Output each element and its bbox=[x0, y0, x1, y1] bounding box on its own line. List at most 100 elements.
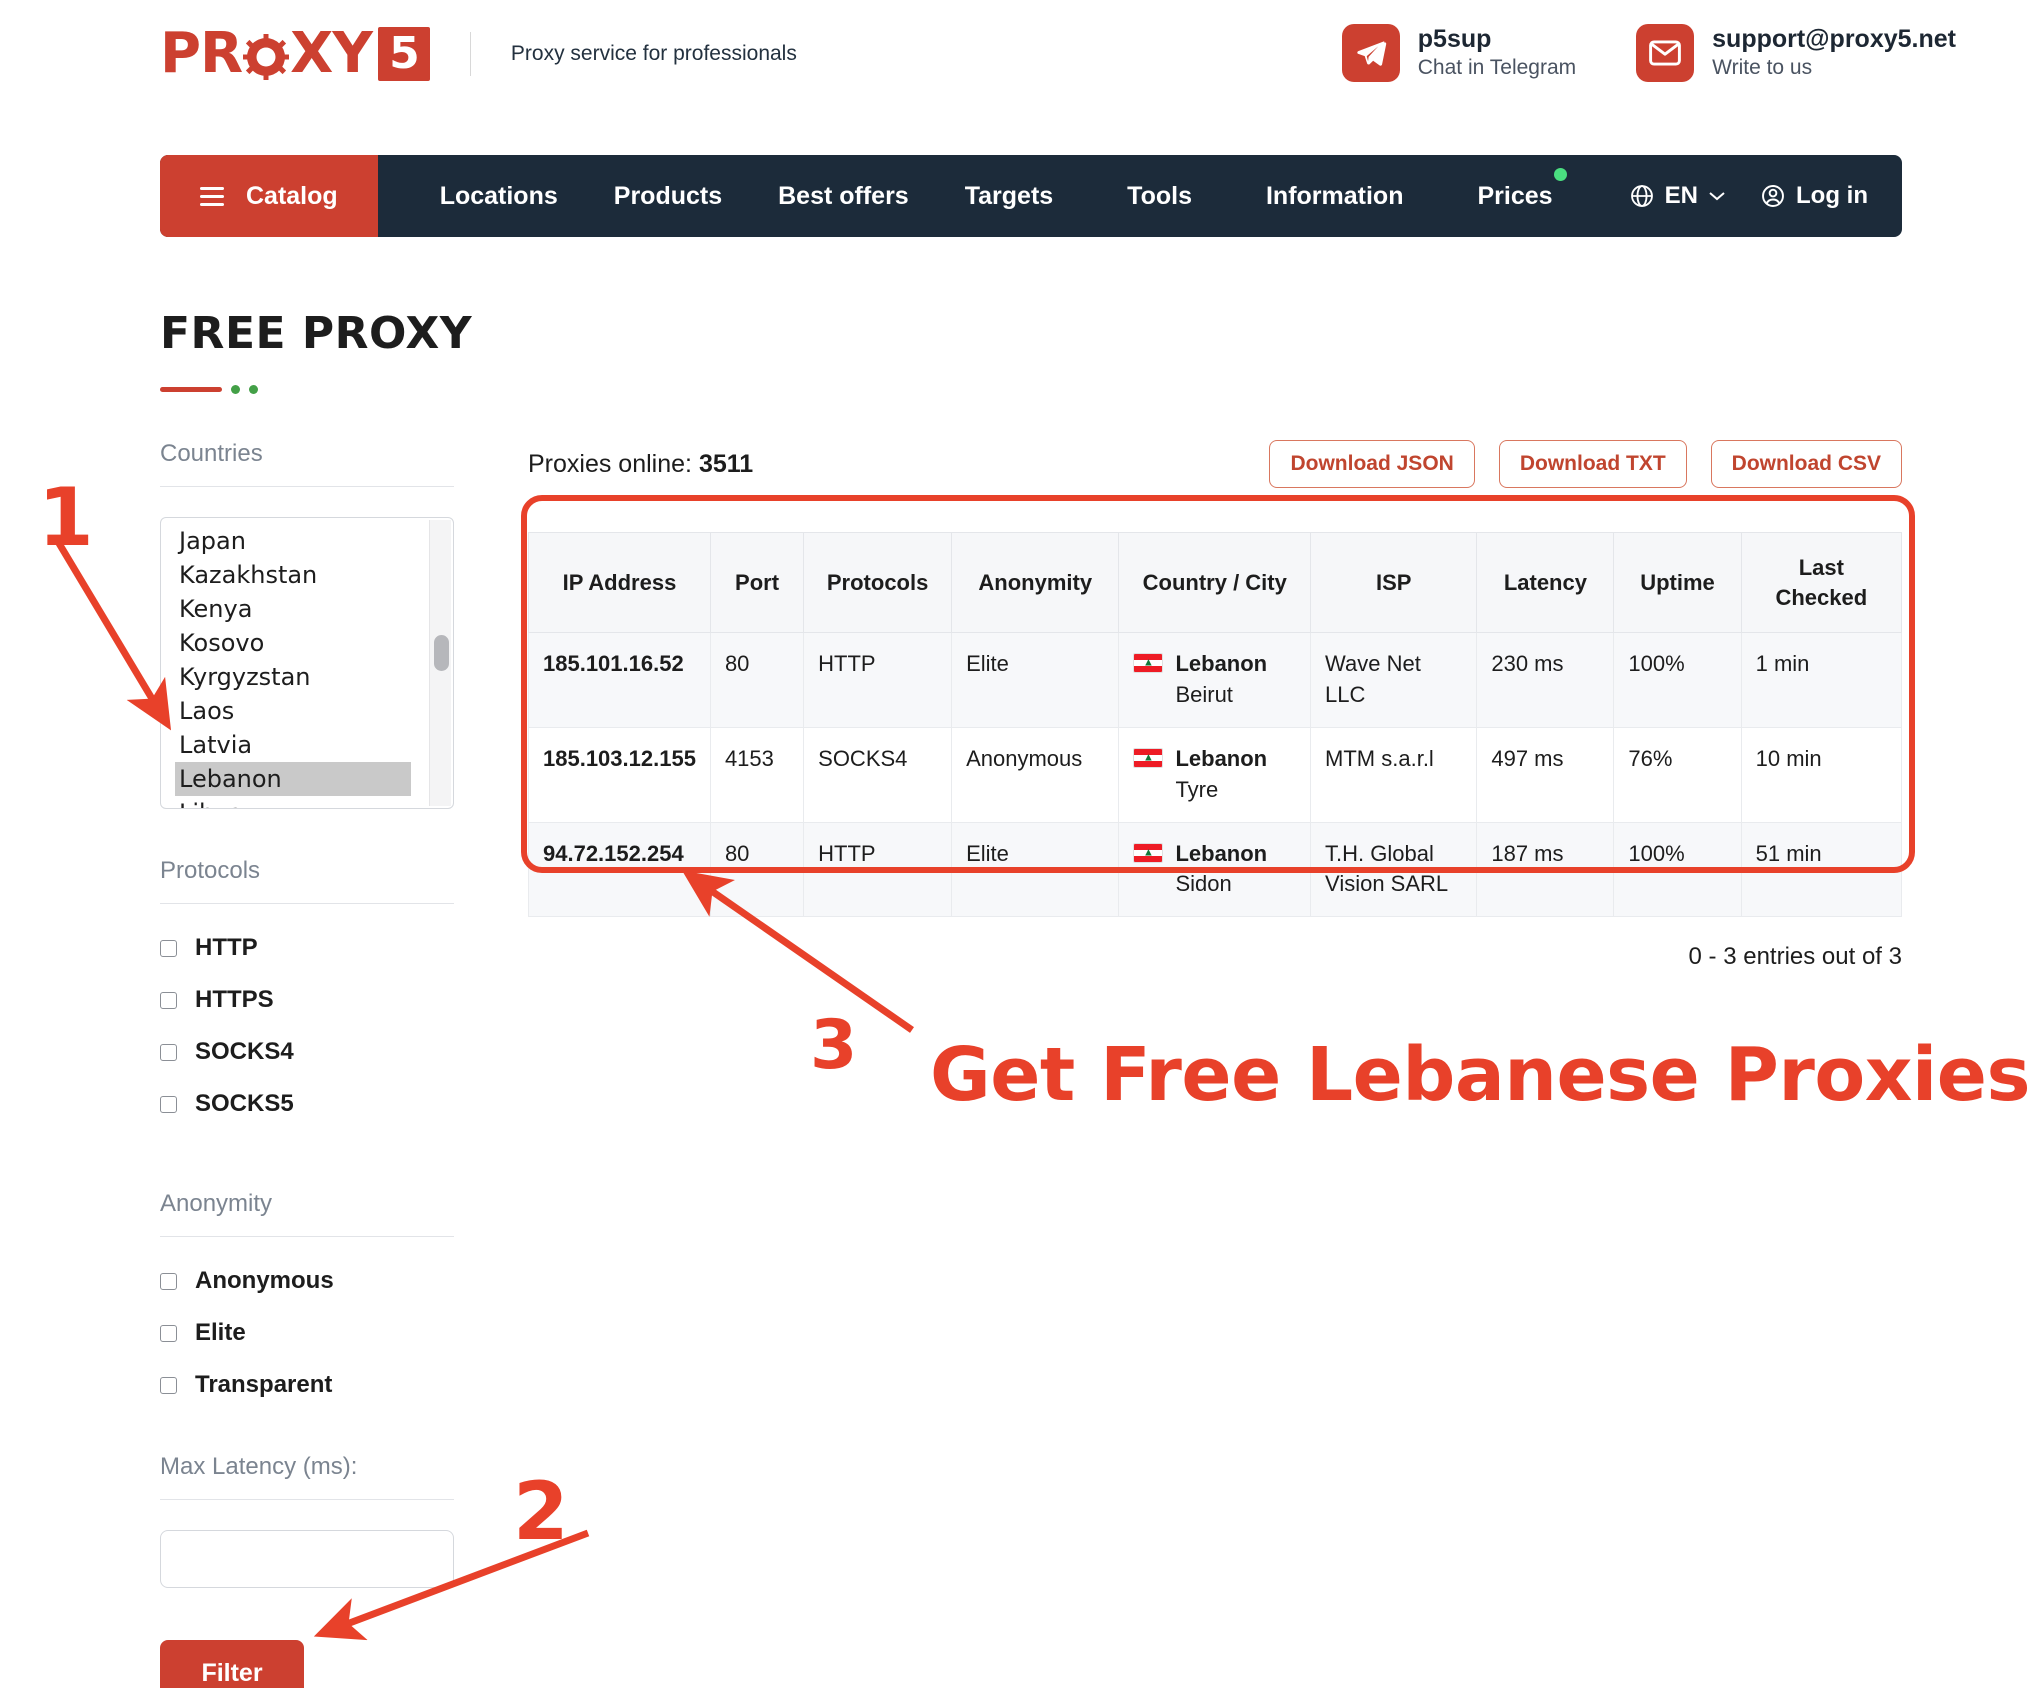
anonymity-checkbox-anonymous[interactable]: Anonymous bbox=[160, 1267, 454, 1295]
table-header-row: IP Address Port Protocols Anonymity Coun… bbox=[528, 531, 1903, 634]
nav-item-targets[interactable]: Targets bbox=[937, 182, 1081, 211]
table-row[interactable]: 94.72.152.254 80 HTTP Elite ▲ Lebanon Si… bbox=[528, 821, 1903, 918]
cell-uptime: 100% bbox=[1613, 821, 1742, 918]
checkbox-icon[interactable] bbox=[160, 1376, 177, 1394]
nav-catalog-label: Catalog bbox=[246, 181, 338, 210]
language-label: EN bbox=[1664, 182, 1699, 209]
logo[interactable]: PR XY 5 Proxy service for professionals bbox=[160, 26, 797, 82]
checkbox-icon[interactable] bbox=[160, 1095, 177, 1113]
country-option-libya[interactable]: Libya bbox=[175, 796, 453, 808]
cell-uptime: 76% bbox=[1613, 726, 1742, 823]
cell-ip: 185.103.12.155 bbox=[528, 726, 711, 823]
protocol-checkbox-socks4[interactable]: SOCKS4 bbox=[160, 1038, 454, 1066]
max-latency-input[interactable] bbox=[160, 1530, 454, 1588]
nav-item-information[interactable]: Information bbox=[1220, 182, 1432, 211]
max-latency-label: Max Latency (ms): bbox=[160, 1453, 358, 1480]
contact-telegram[interactable]: p5sup Chat in Telegram bbox=[1341, 24, 1577, 82]
annotation-step-2: 2 bbox=[513, 1465, 569, 1558]
anonymity-checkbox-elite[interactable]: Elite bbox=[160, 1319, 454, 1347]
country-list-scroll-thumb[interactable] bbox=[434, 635, 449, 671]
col-ip-address[interactable]: IP Address bbox=[528, 531, 711, 634]
country-list-scrollbar[interactable] bbox=[429, 520, 451, 806]
protocols-label: Protocols bbox=[160, 857, 261, 884]
contact-email[interactable]: support@proxy5.net Write to us bbox=[1636, 24, 1956, 82]
cell-latency: 230 ms bbox=[1476, 632, 1615, 728]
cell-anonymity: Elite bbox=[951, 821, 1120, 918]
cell-last-checked: 51 min bbox=[1740, 821, 1903, 918]
cell-port: 80 bbox=[709, 821, 805, 918]
table-row[interactable]: 185.103.12.155 4153 SOCKS4 Anonymous ▲ L… bbox=[528, 726, 1903, 823]
protocol-checkbox-http[interactable]: HTTP bbox=[160, 934, 454, 962]
login-button[interactable]: Log in bbox=[1760, 182, 1868, 210]
checkbox-icon[interactable] bbox=[160, 939, 177, 957]
filter-button[interactable]: Filter bbox=[160, 1640, 304, 1688]
nav-item-label: Tools bbox=[1127, 181, 1192, 210]
col-uptime[interactable]: Uptime bbox=[1613, 531, 1742, 634]
filter-sidebar: Countries Japan Kazakhstan Kenya Kosovo … bbox=[160, 440, 454, 1688]
contact-email-text: support@proxy5.net Write to us bbox=[1712, 24, 1956, 81]
header-contacts: p5sup Chat in Telegram support@proxy5.ne… bbox=[1341, 24, 1956, 82]
col-country-city[interactable]: Country / City bbox=[1118, 531, 1312, 634]
country-option-kazakhstan[interactable]: Kazakhstan bbox=[175, 558, 453, 592]
proxies-online-count: 3511 bbox=[698, 449, 754, 478]
country-option-japan[interactable]: Japan bbox=[175, 524, 453, 558]
checkbox-icon[interactable] bbox=[160, 1324, 177, 1342]
site-header: PR XY 5 Proxy service for professionals p5… bbox=[0, 0, 2034, 118]
nav-item-prices[interactable]: Prices bbox=[1431, 167, 1580, 211]
download-json-button[interactable]: Download JSON bbox=[1269, 440, 1475, 488]
col-latency[interactable]: Latency bbox=[1476, 531, 1615, 634]
country-option-kosovo[interactable]: Kosovo bbox=[175, 626, 453, 660]
contact-telegram-subtitle: Chat in Telegram bbox=[1417, 56, 1577, 80]
anonymity-divider bbox=[160, 1236, 454, 1237]
col-last-checked[interactable]: Last Checked bbox=[1740, 531, 1903, 634]
checkbox-icon[interactable] bbox=[160, 991, 177, 1009]
download-csv-button[interactable]: Download CSV bbox=[1710, 440, 1902, 488]
cell-country-city: ▲ Lebanon Tyre bbox=[1118, 726, 1312, 823]
nav-item-best-offers[interactable]: Best offers bbox=[750, 182, 937, 211]
protocol-checkbox-socks5[interactable]: SOCKS5 bbox=[160, 1090, 454, 1118]
country-listbox[interactable]: Japan Kazakhstan Kenya Kosovo Kyrgyzstan… bbox=[160, 517, 454, 809]
nav-item-label: Locations bbox=[439, 181, 558, 210]
cell-isp: MTM s.a.r.l bbox=[1310, 726, 1478, 823]
col-port[interactable]: Port bbox=[709, 531, 805, 634]
hamburger-menu-icon bbox=[200, 186, 224, 206]
country-option-laos[interactable]: Laos bbox=[175, 694, 453, 728]
country-option-latvia[interactable]: Latvia bbox=[175, 728, 453, 762]
nav-item-products[interactable]: Products bbox=[586, 182, 750, 211]
protocol-label: SOCKS5 bbox=[195, 1090, 294, 1117]
proxies-online-status: Proxies online: 3511 bbox=[528, 450, 753, 479]
col-isp[interactable]: ISP bbox=[1310, 531, 1478, 634]
checkbox-icon[interactable] bbox=[160, 1043, 177, 1061]
table-row[interactable]: 185.101.16.52 80 HTTP Elite ▲ Lebanon Be… bbox=[528, 632, 1903, 728]
cell-isp: T.H. Global Vision SARL bbox=[1310, 821, 1478, 918]
countries-divider bbox=[160, 486, 454, 487]
nav-item-label: Targets bbox=[964, 181, 1054, 210]
gear-icon bbox=[243, 31, 290, 80]
country-option-lebanon[interactable]: Lebanon bbox=[175, 762, 411, 796]
checkbox-icon[interactable] bbox=[160, 1272, 177, 1290]
title-dash-icon bbox=[160, 387, 222, 392]
anonymity-label-item: Transparent bbox=[195, 1371, 333, 1398]
nav-item-tools[interactable]: Tools bbox=[1081, 182, 1220, 211]
lebanon-flag-icon: ▲ bbox=[1133, 842, 1164, 863]
protocol-checkbox-https[interactable]: HTTPS bbox=[160, 986, 454, 1014]
contact-telegram-title: p5sup bbox=[1417, 25, 1492, 54]
chevron-down-icon bbox=[1709, 192, 1725, 201]
nav-item-label: Best offers bbox=[778, 181, 909, 210]
title-dot-icon bbox=[249, 385, 258, 394]
anonymity-checkbox-transparent[interactable]: Transparent bbox=[160, 1371, 454, 1399]
nav-item-locations[interactable]: Locations bbox=[412, 182, 586, 211]
annotation-arrow-1 bbox=[53, 538, 172, 731]
anonymity-label-item: Anonymous bbox=[195, 1267, 334, 1294]
country-option-kenya[interactable]: Kenya bbox=[175, 592, 453, 626]
col-protocols[interactable]: Protocols bbox=[803, 531, 953, 634]
cell-country-city: ▲ Lebanon Sidon bbox=[1118, 821, 1312, 918]
cell-port: 80 bbox=[709, 632, 805, 728]
cell-country: Lebanon bbox=[1175, 745, 1268, 771]
country-option-kyrgyzstan[interactable]: Kyrgyzstan bbox=[175, 660, 453, 694]
download-txt-button[interactable]: Download TXT bbox=[1498, 440, 1687, 488]
language-selector[interactable]: EN bbox=[1629, 182, 1726, 210]
col-anonymity[interactable]: Anonymity bbox=[951, 531, 1120, 634]
nav-catalog-button[interactable]: Catalog bbox=[160, 155, 378, 237]
nav-right-controls: EN Log in bbox=[1629, 155, 1902, 237]
